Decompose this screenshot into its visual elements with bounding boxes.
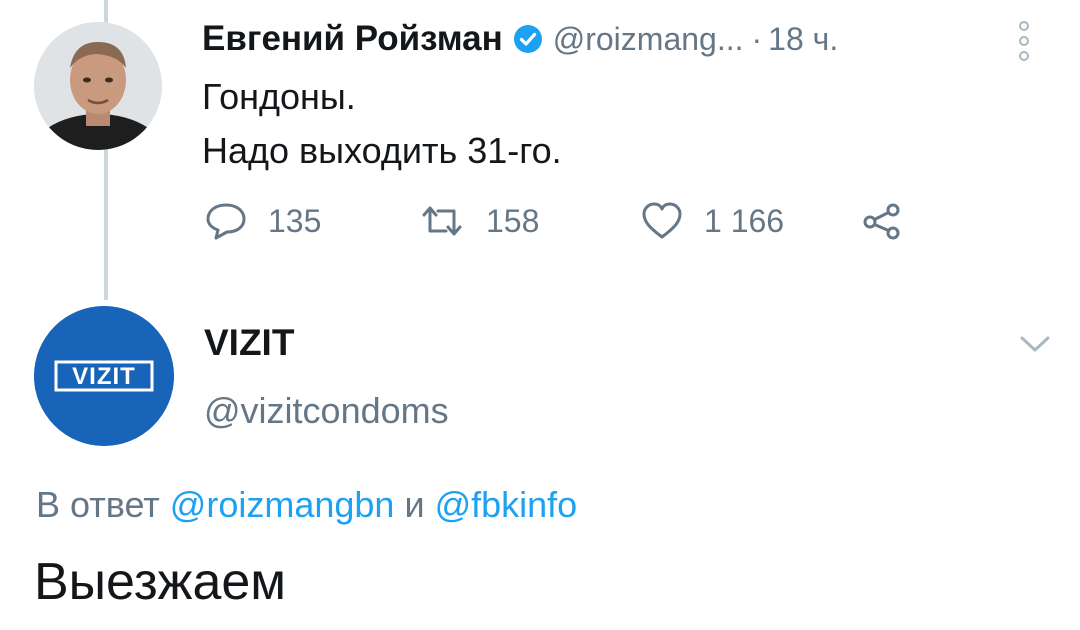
tweet2-text: Выезжаем [34,553,287,611]
avatar-portrait-image [34,22,162,150]
retweet-count: 158 [486,202,540,239]
svg-text:VIZIT: VIZIT [72,363,136,390]
conjunction-text: и [404,484,425,525]
author-name[interactable]: Евгений Ройзман [202,19,503,59]
avatar-roizman[interactable] [34,22,162,150]
like-button[interactable]: 1 166 [640,196,784,246]
reply-prefix: В ответ [36,484,160,525]
tweet-actions-bar: 135 158 1 166 [204,196,924,246]
reply-count: 135 [268,202,322,239]
author-handle[interactable]: @vizitcondoms [204,390,449,432]
retweet-icon [418,201,466,241]
tweet1-text-line: Гондоны. [202,76,356,117]
tweet1-header: Евгений Ройзман @roizmang... · 18 ч. [202,14,838,64]
tweet-timestamp[interactable]: 18 ч. [768,21,838,58]
vizit-logo: VIZIT [34,306,174,446]
tweet1-text: Гондоны. Надо выходить 31-го. [202,70,562,178]
share-icon [860,201,904,241]
mention-link[interactable]: @roizmangbn [170,484,395,525]
author-handle[interactable]: @roizmang... [553,21,744,58]
verified-badge-icon [513,24,543,54]
reply-button[interactable]: 135 [204,196,321,246]
like-count: 1 166 [704,202,785,239]
chevron-down-icon[interactable] [1018,332,1052,356]
author-name[interactable]: VIZIT [204,322,294,364]
more-vertical-icon[interactable] [1016,20,1032,62]
reply-icon [204,201,248,241]
mention-link[interactable]: @fbkinfo [435,484,578,525]
avatar-vizit[interactable]: VIZIT [34,306,174,446]
heart-icon [640,201,684,241]
dot-separator: · [751,20,763,57]
retweet-button[interactable]: 158 [418,196,539,246]
share-button[interactable] [860,196,904,246]
tweet1-text-line: Надо выходить 31-го. [202,130,562,171]
reply-context: В ответ @roizmangbn и @fbkinfo [36,484,577,526]
